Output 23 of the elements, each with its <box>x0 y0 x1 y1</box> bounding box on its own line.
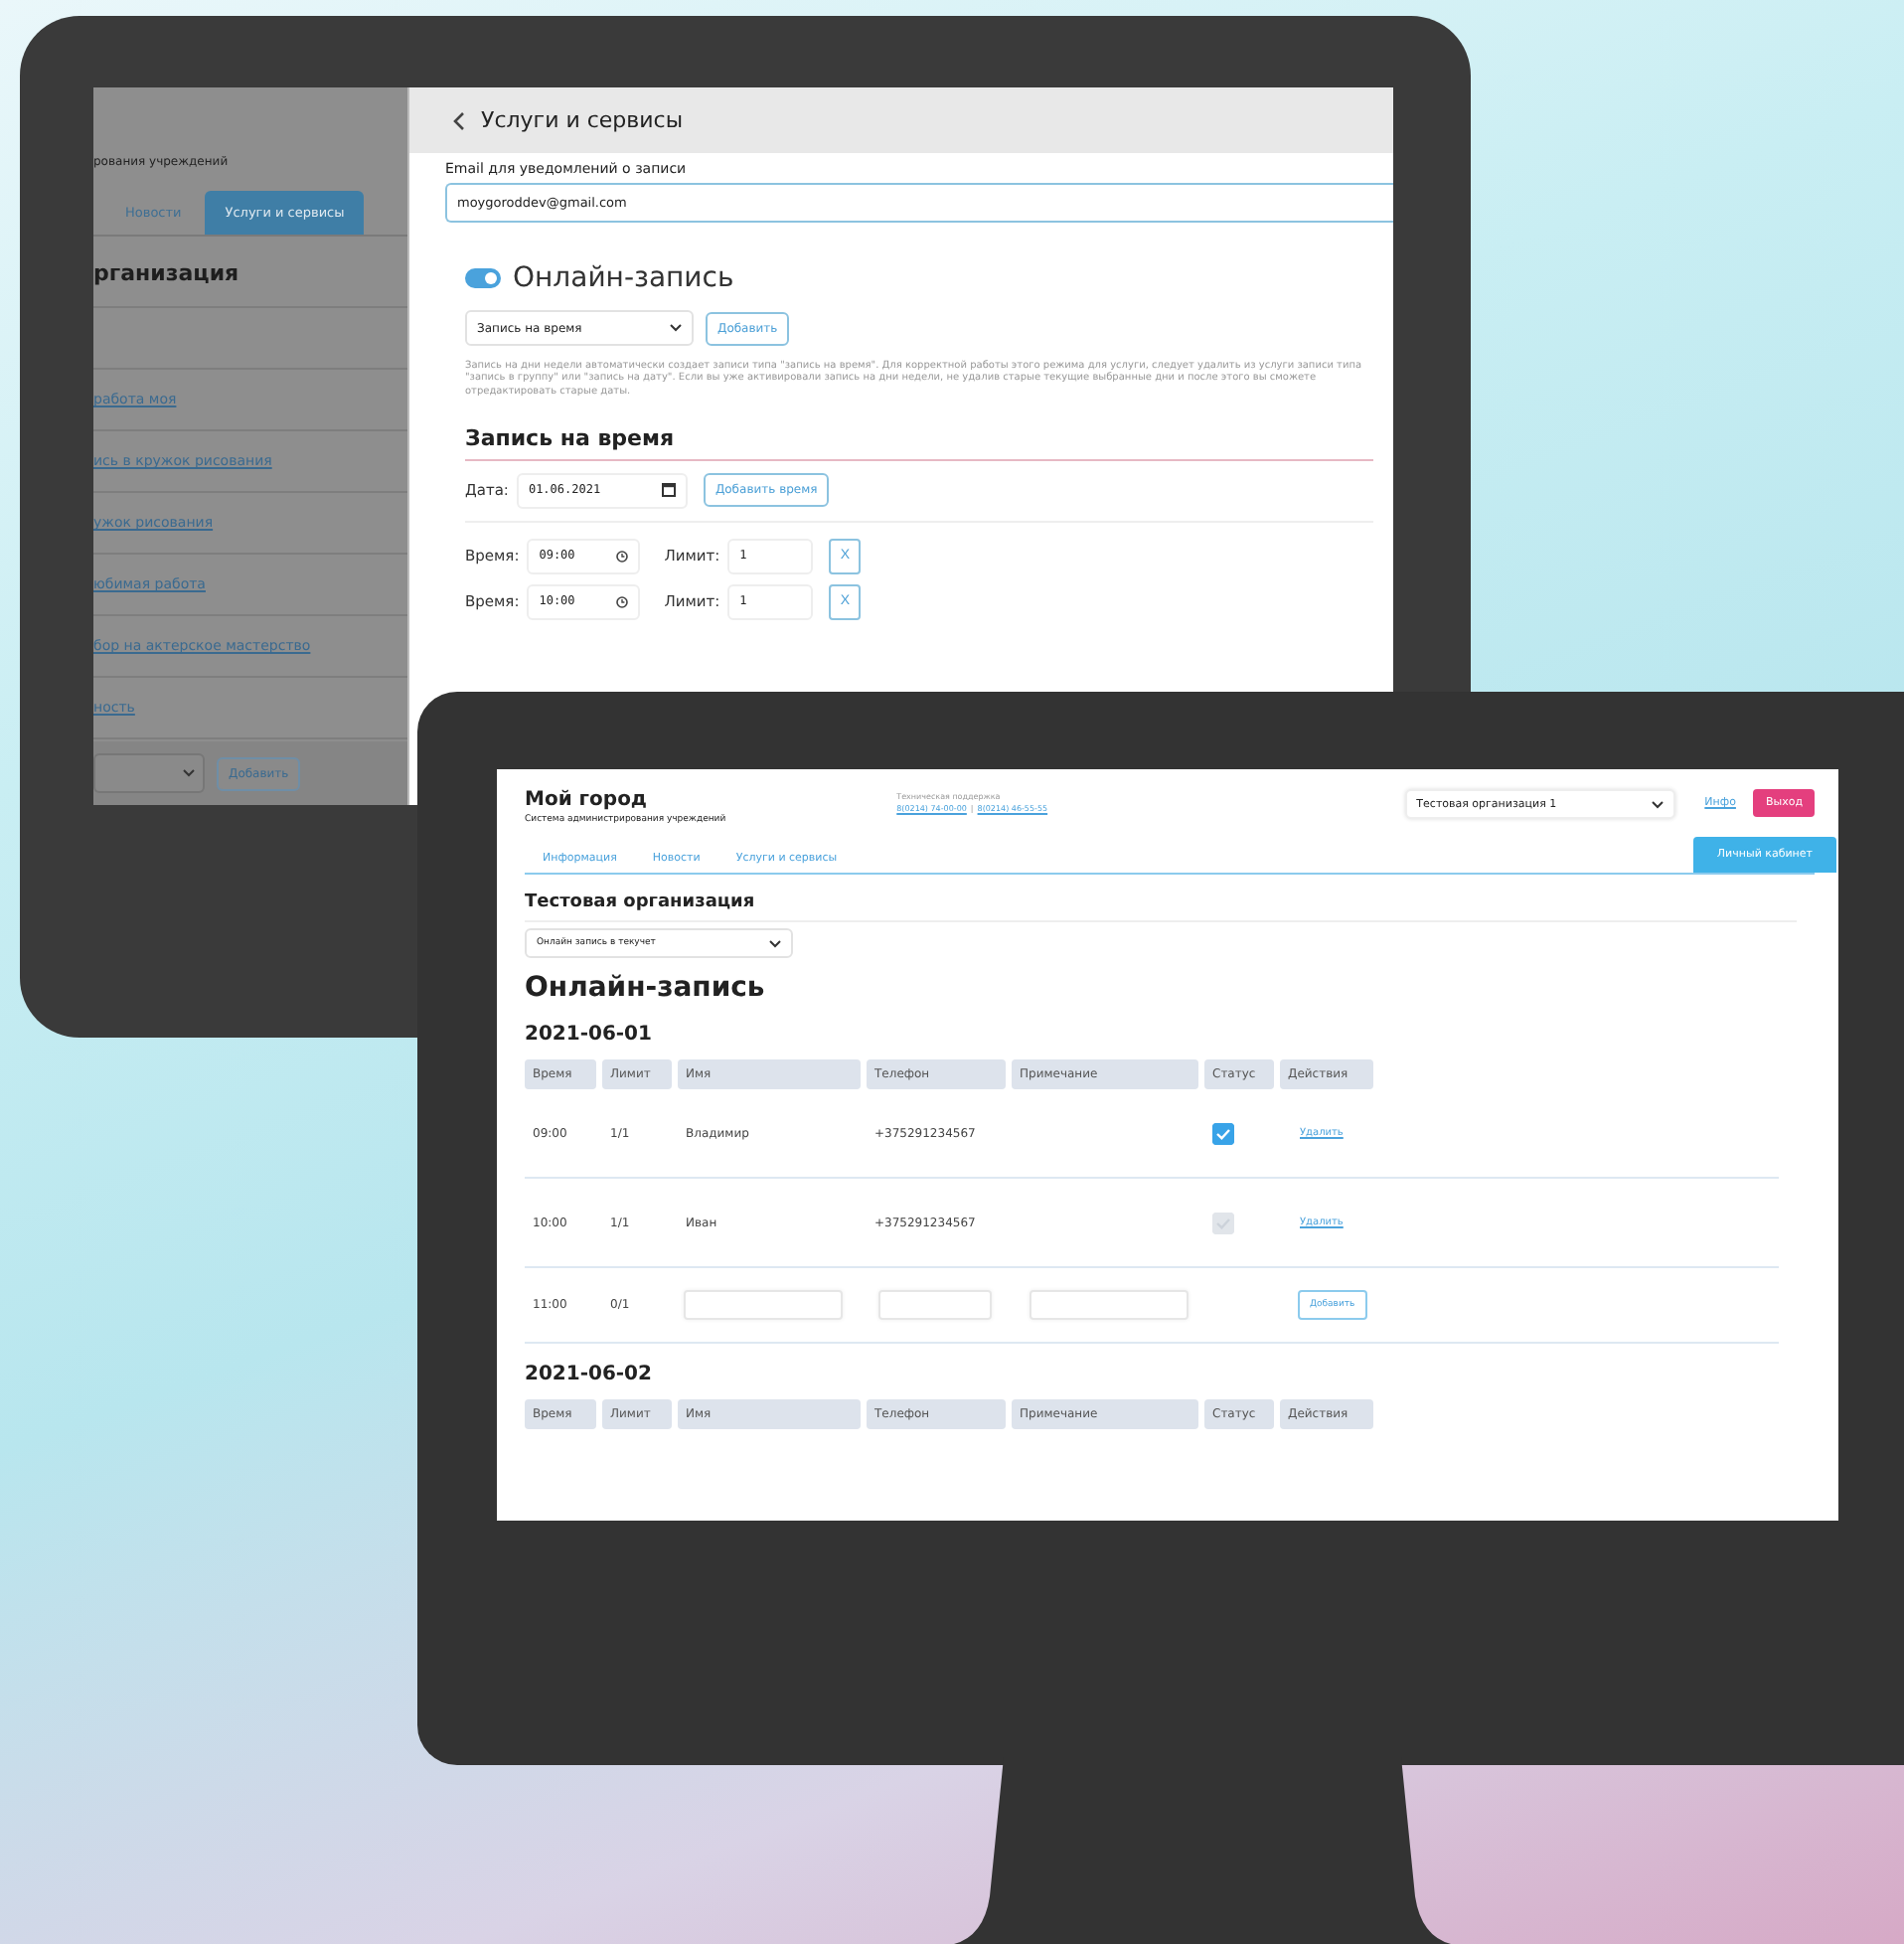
back-icon[interactable] <box>453 110 465 130</box>
chevron-down-icon <box>1651 800 1664 808</box>
app-title: Мой город <box>525 789 650 811</box>
note-field[interactable] <box>1030 1290 1189 1320</box>
page-title: Услуги и сервисы <box>481 107 684 133</box>
calendar-icon <box>661 483 676 498</box>
phone-field[interactable] <box>878 1290 992 1320</box>
clock-icon <box>616 550 629 563</box>
clock-icon <box>616 595 629 608</box>
name-field[interactable] <box>684 1290 843 1320</box>
status-checkbox[interactable] <box>1212 1122 1234 1144</box>
section-heading: рганизация <box>93 237 407 308</box>
toggle-switch[interactable] <box>465 268 501 288</box>
date-heading: 2021-06-02 <box>525 1364 654 1385</box>
chevron-down-icon <box>769 939 781 947</box>
page-title: Онлайн-запись <box>525 972 767 1004</box>
section-title: Запись на время <box>465 424 1373 461</box>
select-field[interactable] <box>93 753 205 793</box>
organization-title: Тестовая организация <box>525 892 1797 922</box>
chevron-down-icon <box>670 324 682 332</box>
chevron-down-icon <box>183 769 195 777</box>
section-title: Онлайн-запись <box>513 262 734 294</box>
date-heading: 2021-06-01 <box>525 1024 654 1046</box>
